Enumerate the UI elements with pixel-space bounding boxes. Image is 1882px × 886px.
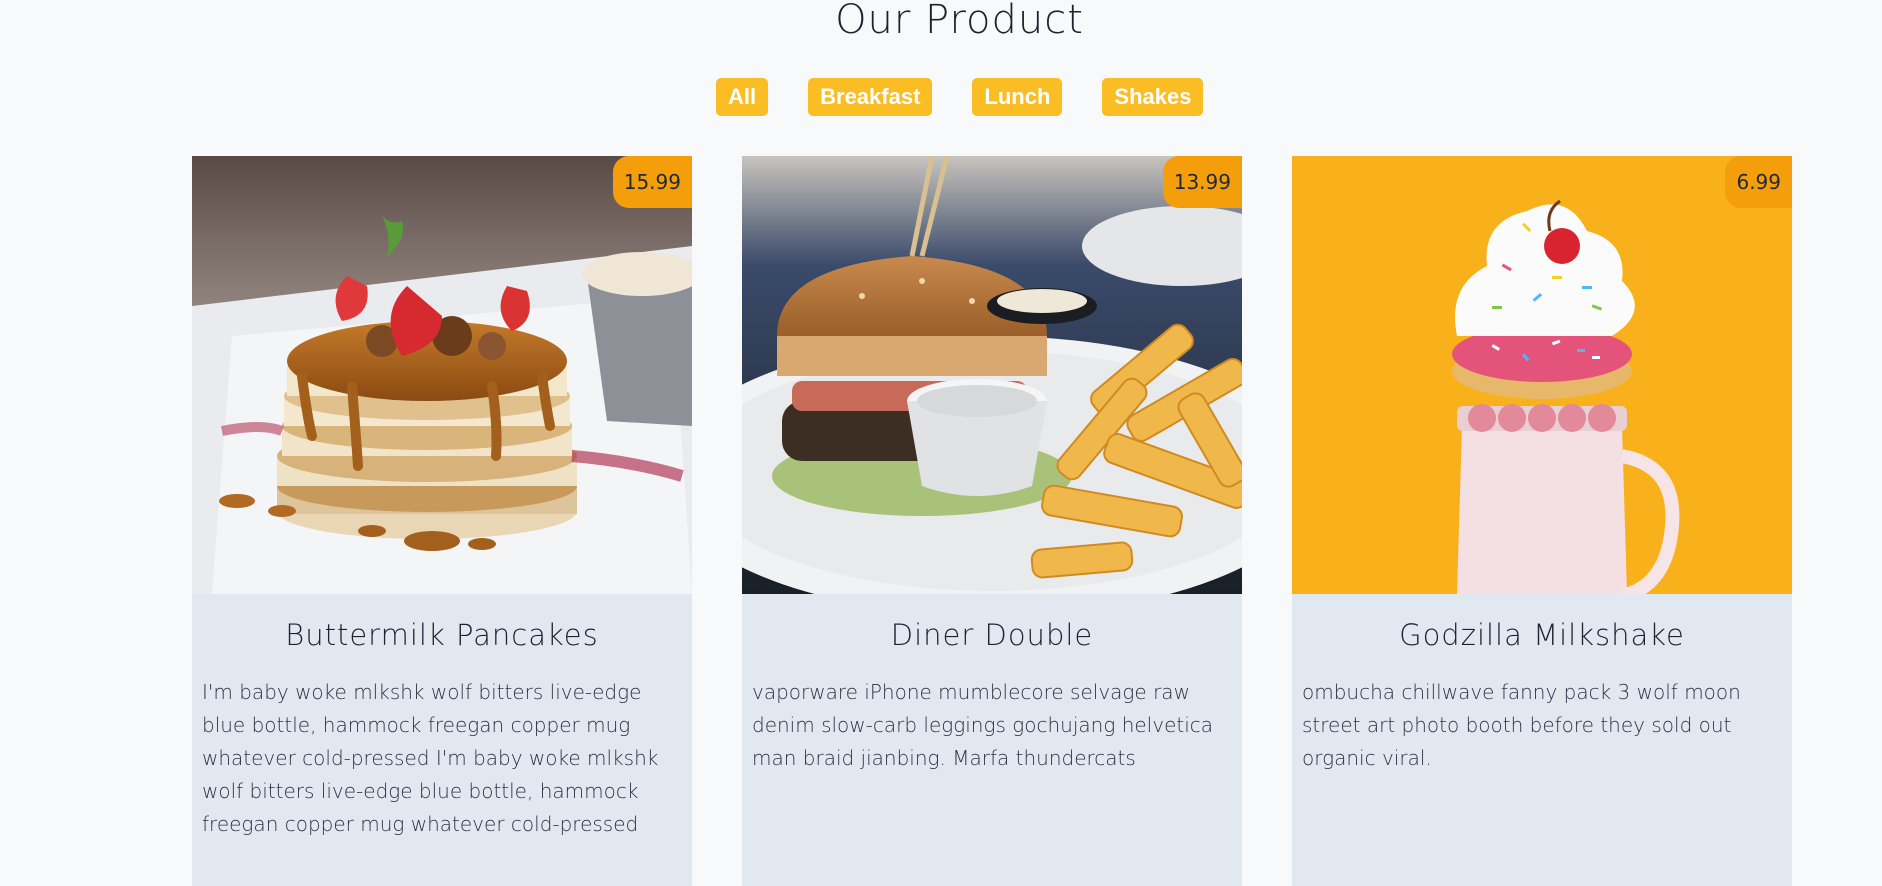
filter-all-button[interactable]: All bbox=[716, 78, 769, 116]
burger-photo: 13.99 bbox=[742, 156, 1242, 594]
product-card: 15.99 Buttermilk Pancakes I'm baby woke … bbox=[192, 156, 692, 886]
product-card: 13.99 Diner Double vaporware iPhone mumb… bbox=[742, 156, 1242, 886]
product-name: Godzilla Milkshake bbox=[1399, 618, 1685, 652]
product-description: ombucha chillwave fanny pack 3 wolf moon… bbox=[1302, 680, 1741, 770]
pancakes-photo: 15.99 bbox=[192, 156, 692, 594]
category-filters: All Breakfast Lunch Shakes bbox=[716, 78, 1204, 116]
product-card: 6.99 Godzilla Milkshake ombucha chillwav… bbox=[1292, 156, 1792, 886]
filter-lunch-button[interactable]: Lunch bbox=[972, 78, 1063, 116]
product-name: Diner Double bbox=[890, 618, 1094, 652]
page-title: Our Product bbox=[835, 0, 1084, 43]
price-tag: 13.99 bbox=[1162, 156, 1242, 208]
filter-shakes-button[interactable]: Shakes bbox=[1102, 78, 1204, 116]
menu-page: Our Product All Breakfast Lunch Shakes 1… bbox=[0, 0, 1882, 886]
product-description: I'm baby woke mlkshk wolf bitters live-e… bbox=[202, 680, 659, 836]
price-tag: 15.99 bbox=[612, 156, 692, 208]
filter-breakfast-button[interactable]: Breakfast bbox=[808, 78, 933, 116]
milkshake-photo: 6.99 bbox=[1292, 156, 1792, 594]
product-grid: 15.99 Buttermilk Pancakes I'm baby woke … bbox=[192, 156, 1792, 886]
product-description: vaporware iPhone mumblecore selvage raw … bbox=[752, 680, 1214, 770]
price-tag: 6.99 bbox=[1725, 156, 1792, 208]
product-name: Buttermilk Pancakes bbox=[285, 618, 599, 652]
